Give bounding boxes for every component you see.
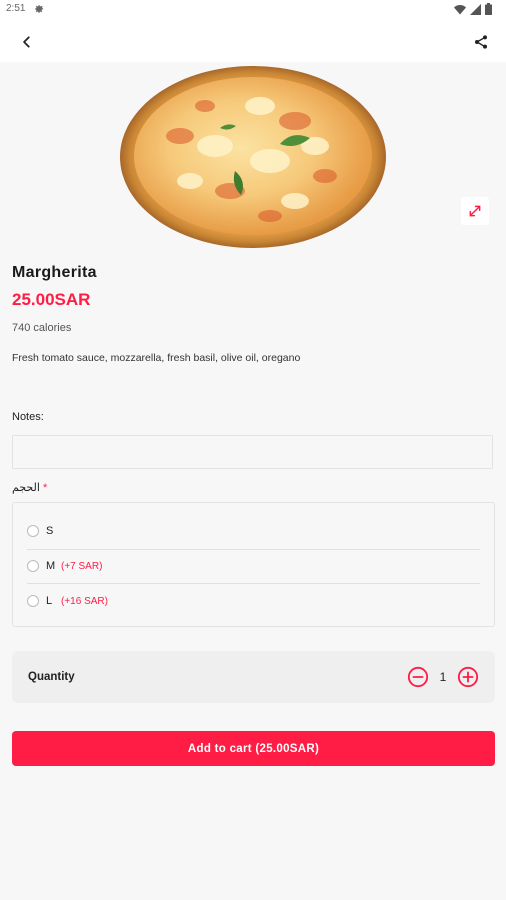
add-to-cart-button[interactable]: Add to cart (25.00SAR) [12, 731, 495, 766]
app-bar [0, 20, 506, 62]
battery-icon [485, 3, 492, 15]
quantity-label: Quantity [28, 671, 75, 683]
add-to-cart-label: Add to cart (25.00SAR) [187, 742, 320, 755]
signal-icon [470, 3, 481, 15]
option-name: L [46, 595, 53, 607]
option-name: M [46, 560, 56, 572]
divider [27, 583, 480, 584]
radio-button[interactable] [27, 595, 39, 607]
wifi-icon [454, 4, 466, 14]
size-label-text: الحجم [12, 482, 40, 494]
share-button[interactable] [468, 29, 494, 55]
product-description: Fresh tomato sauce, mozzarella, fresh ba… [12, 352, 301, 364]
back-button[interactable] [14, 29, 40, 55]
settings-icon [35, 5, 44, 13]
required-mark: * [42, 482, 48, 494]
size-option-m[interactable]: M (+7 SAR) [13, 550, 494, 584]
expand-image-button[interactable] [461, 197, 489, 225]
option-extra-price: (+7 SAR) [61, 561, 103, 572]
size-label: الحجم * [12, 481, 47, 494]
size-option-l[interactable]: L (+16 SAR) [13, 585, 494, 619]
plus-circle-icon[interactable] [457, 666, 479, 688]
notes-input[interactable] [12, 435, 493, 469]
size-options: S M (+7 SAR) L (+16 SAR) [12, 502, 495, 627]
share-icon [475, 35, 487, 49]
quantity-stepper: Quantity 1 [12, 651, 495, 703]
status-time: 2:51 [6, 3, 26, 14]
option-extra-price: (+16 SAR) [61, 596, 108, 607]
quantity-value: 1 [439, 670, 447, 684]
option-name: S [46, 525, 54, 537]
back-arrow-icon [23, 36, 30, 48]
product-image [120, 66, 386, 248]
radio-button[interactable] [27, 525, 39, 537]
expand-icon [469, 205, 481, 217]
minus-circle-icon[interactable] [407, 666, 429, 688]
product-price: 25.00SAR [12, 290, 91, 309]
product-calories: 740 calories [12, 322, 72, 334]
status-bar: 2:51 [0, 0, 506, 20]
size-option-s[interactable]: S [13, 515, 494, 549]
radio-button[interactable] [27, 560, 39, 572]
notes-label: Notes: [12, 411, 44, 423]
product-name: Margherita [12, 264, 97, 281]
